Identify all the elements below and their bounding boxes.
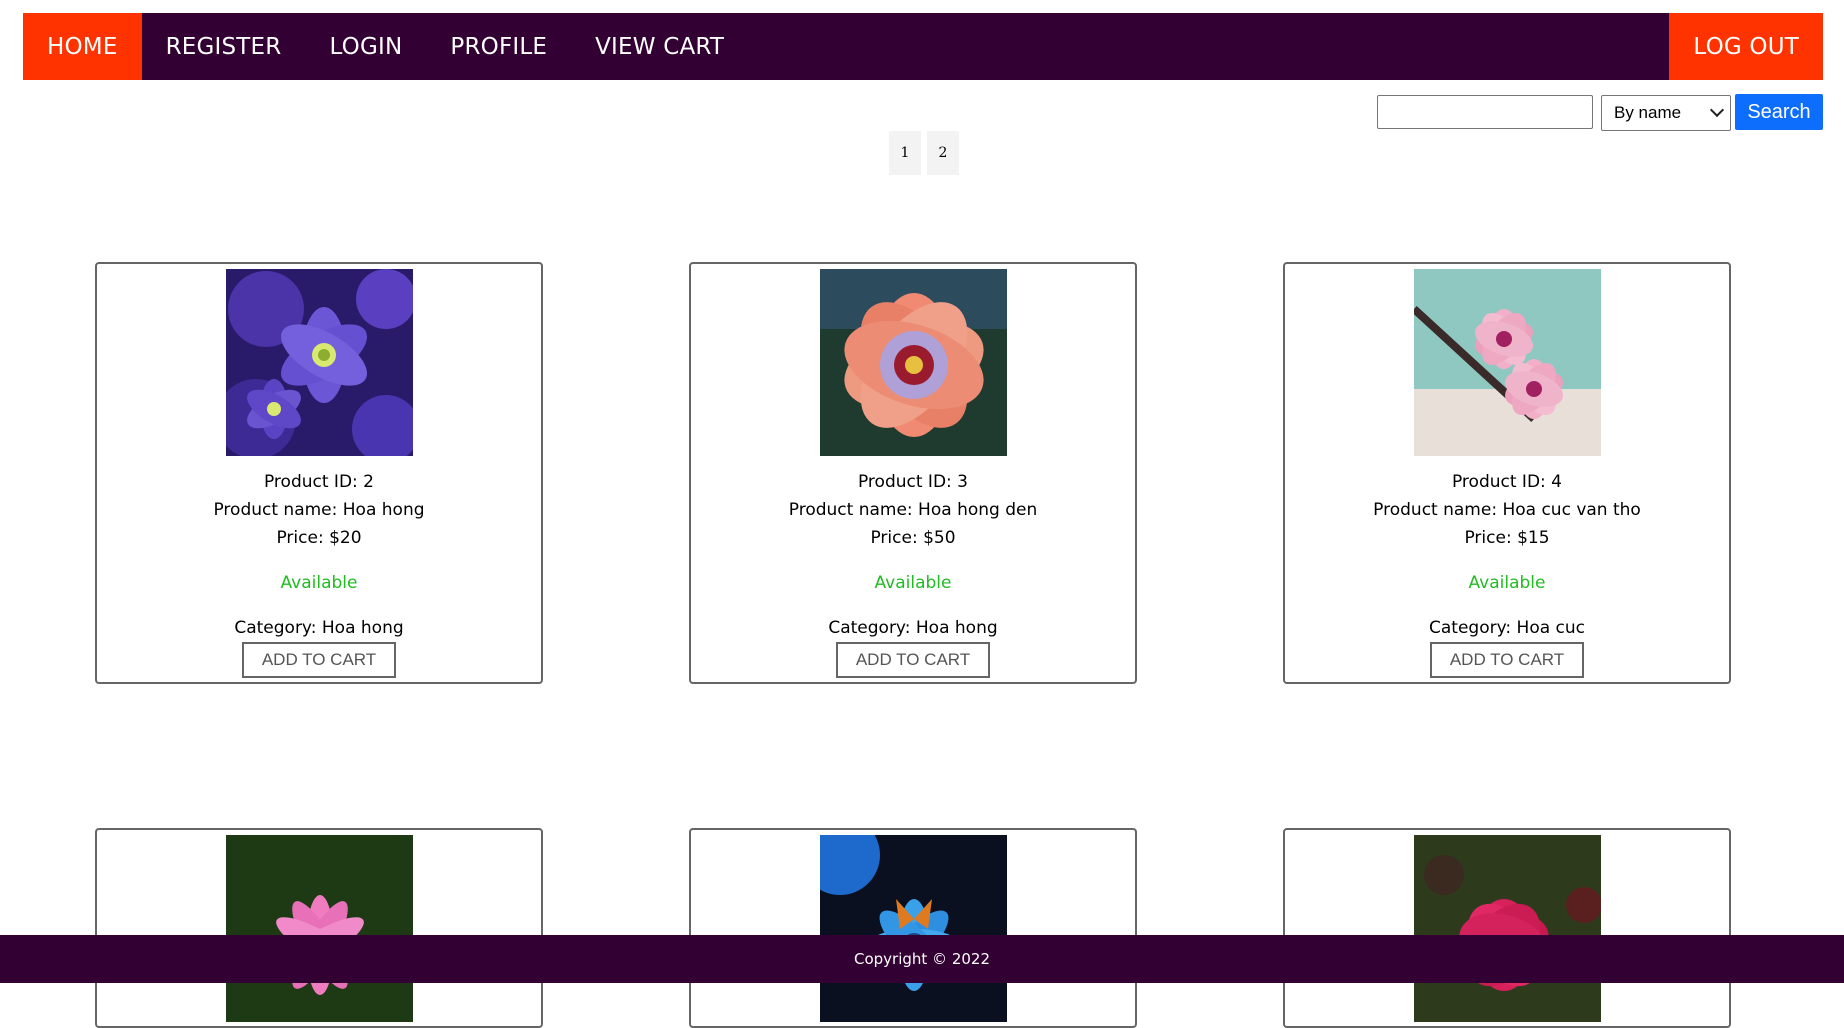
product-image-pink-blossom [1413, 269, 1601, 456]
add-to-cart-button[interactable]: ADD TO CART [1430, 642, 1584, 678]
top-navbar: HOME REGISTER LOGIN PROFILE VIEW CART LO… [23, 13, 1823, 80]
product-image-lotus-flower [225, 835, 413, 1022]
search-button[interactable]: Search [1735, 94, 1823, 130]
pagination: 1 2 [889, 131, 959, 175]
product-card: Product ID: 2 Product name: Hoa hong Pri… [95, 262, 543, 684]
product-image-hibiscus-flower [819, 269, 1007, 456]
product-id: Product ID: 2 [263, 472, 374, 492]
page-link-2[interactable]: 2 [927, 131, 959, 175]
product-id: Product ID: 4 [1451, 472, 1562, 492]
product-name: Product name: Hoa cuc van tho [1373, 500, 1641, 520]
copyright-text: Copyright © 2022 [853, 950, 990, 968]
product-price: Price: $15 [1464, 528, 1550, 548]
product-card [689, 828, 1137, 1028]
product-name: Product name: Hoa hong den [788, 500, 1038, 520]
product-name: Product name: Hoa hong [213, 500, 425, 520]
add-to-cart-button[interactable]: ADD TO CART [242, 642, 396, 678]
availability-status: Available [874, 573, 952, 593]
product-card: Product ID: 3 Product name: Hoa hong den… [689, 262, 1137, 684]
page-link-1[interactable]: 1 [889, 131, 921, 175]
product-image-blue-flower-butterfly [819, 835, 1007, 1022]
product-id: Product ID: 3 [857, 472, 968, 492]
product-image-purple-flower [225, 269, 413, 456]
product-card: Product ID: 4 Product name: Hoa cuc van … [1283, 262, 1731, 684]
add-to-cart-button[interactable]: ADD TO CART [836, 642, 990, 678]
product-card [95, 828, 543, 1028]
chevron-down-icon [1709, 102, 1725, 118]
sort-select-value: By name [1614, 103, 1682, 122]
product-category: Category: Hoa cuc [1428, 618, 1586, 638]
product-price: Price: $50 [870, 528, 956, 548]
nav-register[interactable]: REGISTER [142, 13, 306, 80]
product-card [1283, 828, 1731, 1028]
nav-profile[interactable]: PROFILE [426, 13, 571, 80]
availability-status: Available [1468, 573, 1546, 593]
nav-logout[interactable]: LOG OUT [1669, 13, 1823, 80]
product-category: Category: Hoa hong [234, 618, 404, 638]
nav-home[interactable]: HOME [23, 13, 142, 80]
availability-status: Available [280, 573, 358, 593]
nav-login[interactable]: LOGIN [305, 13, 426, 80]
search-input[interactable] [1377, 95, 1593, 129]
product-price: Price: $20 [276, 528, 362, 548]
product-image-red-hibiscus [1413, 835, 1601, 1022]
nav-view-cart[interactable]: VIEW CART [571, 13, 748, 80]
product-category: Category: Hoa hong [828, 618, 998, 638]
footer: Copyright © 2022 [0, 935, 1844, 983]
sort-select[interactable]: By name [1601, 95, 1731, 131]
